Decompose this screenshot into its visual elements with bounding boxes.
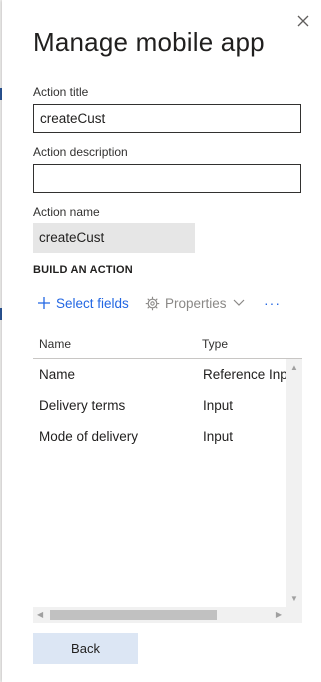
close-button[interactable]: [295, 13, 311, 29]
properties-dropdown[interactable]: Properties: [145, 294, 246, 312]
table-row[interactable]: Delivery terms Input: [33, 390, 286, 421]
scroll-left-arrow-icon[interactable]: ◀: [37, 610, 43, 619]
column-header-name[interactable]: Name: [39, 337, 71, 351]
scroll-up-arrow-icon[interactable]: ▲: [290, 363, 298, 372]
horizontal-scrollbar[interactable]: ◀ ▶: [33, 607, 286, 623]
scroll-down-arrow-icon[interactable]: ▼: [290, 594, 298, 603]
build-action-heading: BUILD AN ACTION: [33, 264, 133, 276]
row-name-cell: Name: [39, 367, 76, 382]
row-type-cell: Input: [203, 429, 234, 444]
row-name-cell: Delivery terms: [39, 398, 126, 413]
select-fields-button[interactable]: Select fields: [37, 294, 129, 312]
vertical-scrollbar[interactable]: ▲ ▼: [286, 359, 302, 607]
table-row[interactable]: Name Reference Inp: [33, 359, 286, 390]
grid-body: Name Reference Inp Delivery terms Input …: [33, 359, 286, 607]
chevron-down-icon: [233, 299, 244, 306]
page-title: Manage mobile app: [33, 27, 265, 57]
gear-icon: [145, 296, 160, 310]
scroll-right-arrow-icon[interactable]: ▶: [276, 610, 282, 619]
close-icon: [297, 15, 309, 27]
back-button[interactable]: Back: [33, 633, 138, 664]
action-name-label: Action name: [33, 205, 100, 219]
action-title-input[interactable]: createCust: [33, 104, 301, 133]
action-title-label: Action title: [33, 85, 89, 99]
row-type-cell: Input: [203, 398, 234, 413]
grid-header: Name Type: [33, 333, 302, 359]
properties-label: Properties: [165, 295, 227, 311]
row-name-cell: Mode of delivery: [39, 429, 139, 444]
column-header-type[interactable]: Type: [202, 337, 228, 351]
plus-icon: [38, 297, 50, 309]
action-description-label: Action description: [33, 145, 128, 159]
table-row[interactable]: Mode of delivery Input: [33, 421, 286, 452]
action-description-input[interactable]: [33, 164, 301, 193]
more-options-button[interactable]: ···: [264, 294, 281, 312]
horizontal-scroll-thumb[interactable]: [50, 610, 217, 620]
action-name-field: createCust: [33, 223, 195, 253]
row-type-cell: Reference Inp: [203, 367, 286, 382]
manage-mobile-app-panel: Manage mobile app Action title createCus…: [2, 0, 321, 682]
select-fields-label: Select fields: [56, 295, 129, 311]
more-icon: ···: [264, 295, 281, 311]
scrollbar-corner: [286, 607, 302, 623]
